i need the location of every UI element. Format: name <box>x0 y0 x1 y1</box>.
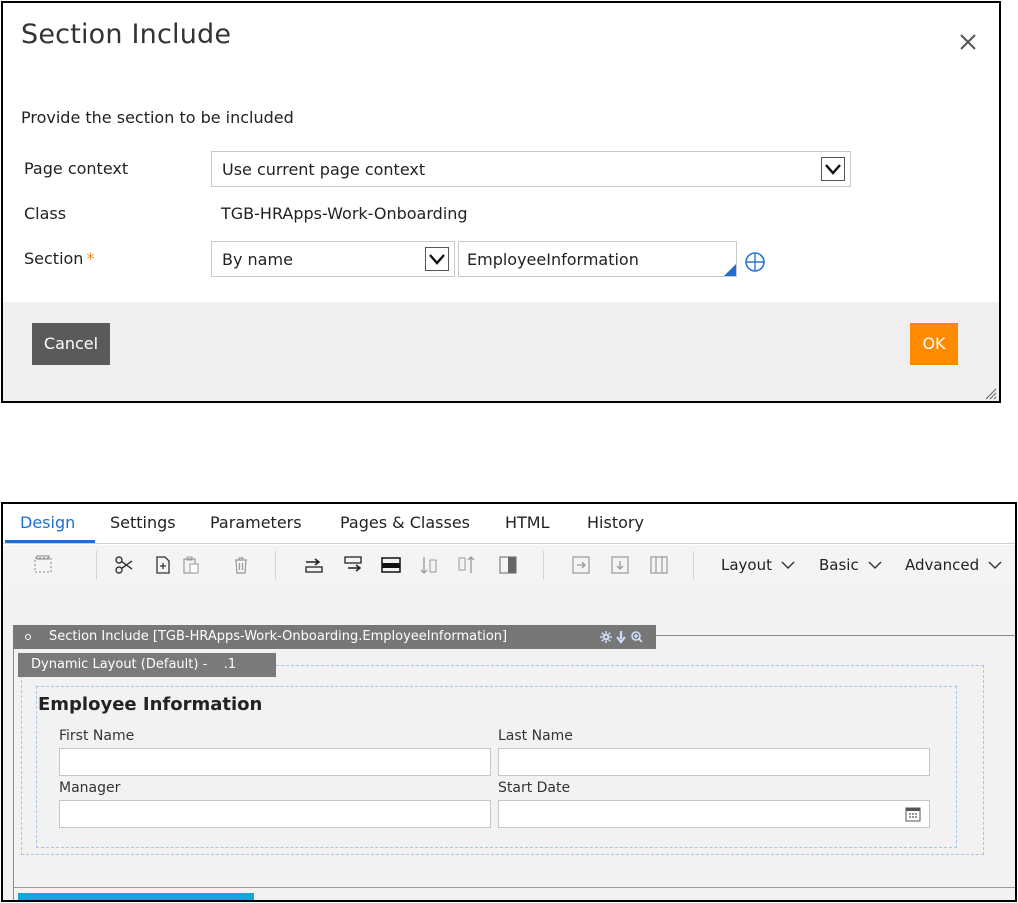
insert-row-icon[interactable] <box>303 554 325 576</box>
zoom-icon <box>631 631 643 643</box>
designer-tabs: Design Settings Parameters Pages & Class… <box>3 504 1015 544</box>
arrow-down-icon <box>616 631 626 644</box>
calendar-icon[interactable] <box>905 807 921 822</box>
section-label-text: Section <box>24 249 84 268</box>
section-mode-value: By name <box>222 250 293 269</box>
toolbar-separator <box>96 551 97 579</box>
section-name-input[interactable]: EmployeeInformation <box>458 241 737 277</box>
add-below-icon[interactable] <box>609 554 631 576</box>
crosshair-icon[interactable] <box>743 250 767 274</box>
dynamic-layout-label: Dynamic Layout (Default) - .1 <box>31 657 237 672</box>
cancel-button[interactable]: Cancel <box>32 323 110 365</box>
move-down-icon[interactable] <box>418 554 440 576</box>
toolbar-separator <box>693 551 694 579</box>
start-date-field[interactable] <box>498 800 930 828</box>
gear-icon <box>600 631 612 643</box>
toolbar-separator <box>275 551 276 579</box>
tab-html[interactable]: HTML <box>505 513 550 532</box>
dialog-footer: Cancel OK <box>3 302 999 401</box>
chevron-down-icon[interactable] <box>425 247 449 271</box>
page-context-value: Use current page context <box>222 160 426 179</box>
section-include-label: Section Include [TGB-HRApps-Work-Onboard… <box>49 629 508 644</box>
manager-field[interactable] <box>59 800 491 828</box>
section-include-dialog: Section Include Provide the section to b… <box>1 1 1001 403</box>
class-label: Class <box>24 204 67 223</box>
basic-menu-label: Basic <box>819 556 859 574</box>
dialog-subtitle: Provide the section to be included <box>21 108 294 127</box>
section-mode-select[interactable]: By name <box>211 241 455 277</box>
chevron-down-icon[interactable] <box>821 157 845 181</box>
resize-grip-icon[interactable] <box>983 385 997 400</box>
page-context-label: Page context <box>24 159 129 178</box>
column-icon[interactable] <box>497 554 519 576</box>
close-icon[interactable] <box>957 31 979 53</box>
delete-icon[interactable] <box>230 554 252 576</box>
bullet-icon <box>25 634 31 640</box>
page-context-select[interactable]: Use current page context <box>211 151 851 187</box>
dialog-title: Section Include <box>21 19 232 50</box>
section-designer-panel: Design Settings Parameters Pages & Class… <box>1 502 1017 902</box>
advanced-menu-label: Advanced <box>905 556 980 574</box>
first-name-label: First Name <box>59 728 135 744</box>
autocomplete-corner-icon <box>724 264 736 276</box>
ok-button[interactable]: OK <box>910 323 958 365</box>
tab-history[interactable]: History <box>587 513 644 532</box>
section-icon[interactable] <box>32 554 54 576</box>
advanced-menu[interactable]: Advanced <box>905 556 1002 574</box>
move-up-icon[interactable] <box>456 554 478 576</box>
chevron-down-icon <box>781 561 795 569</box>
manager-label: Manager <box>59 780 121 796</box>
tab-design[interactable]: Design <box>20 513 75 532</box>
section-include-tools <box>599 629 651 645</box>
class-value: TGB-HRApps-Work-Onboarding <box>221 204 468 223</box>
start-date-label: Start Date <box>498 780 571 796</box>
tab-pages-classes[interactable]: Pages & Classes <box>340 513 470 532</box>
required-mark: * <box>86 249 95 268</box>
layout-bottom-rule <box>14 887 1015 888</box>
basic-menu[interactable]: Basic <box>819 556 882 574</box>
section-include-header[interactable]: Section Include [TGB-HRApps-Work-Onboard… <box>13 625 656 649</box>
first-name-field[interactable] <box>59 748 491 776</box>
section-include-rule <box>656 635 1015 636</box>
paste-icon[interactable] <box>180 554 202 576</box>
active-tab-indicator <box>5 540 95 543</box>
chevron-down-icon <box>868 561 881 569</box>
cut-icon[interactable] <box>113 554 135 576</box>
layout-menu[interactable]: Layout <box>721 556 795 574</box>
tab-settings[interactable]: Settings <box>110 513 176 532</box>
last-name-label: Last Name <box>498 728 573 744</box>
row-icon[interactable] <box>380 554 402 576</box>
layout-menu-label: Layout <box>721 556 772 574</box>
wrap-icon[interactable] <box>342 554 364 576</box>
section-label: Section * <box>24 249 94 268</box>
chevron-down-icon <box>988 561 1002 569</box>
dynamic-layout-header[interactable]: Dynamic Layout (Default) - .1 <box>18 653 276 677</box>
last-name-field[interactable] <box>498 748 930 776</box>
split-column-icon[interactable] <box>648 554 670 576</box>
designer-toolbar: Layout Basic Advanced <box>3 545 1015 585</box>
form-title: Employee Information <box>38 694 263 715</box>
section-name-value: EmployeeInformation <box>467 250 639 269</box>
tab-parameters[interactable]: Parameters <box>210 513 302 532</box>
add-after-icon[interactable] <box>570 554 592 576</box>
grid-repeat-header[interactable] <box>18 893 254 900</box>
copy-icon[interactable] <box>152 554 174 576</box>
toolbar-separator <box>543 551 544 579</box>
